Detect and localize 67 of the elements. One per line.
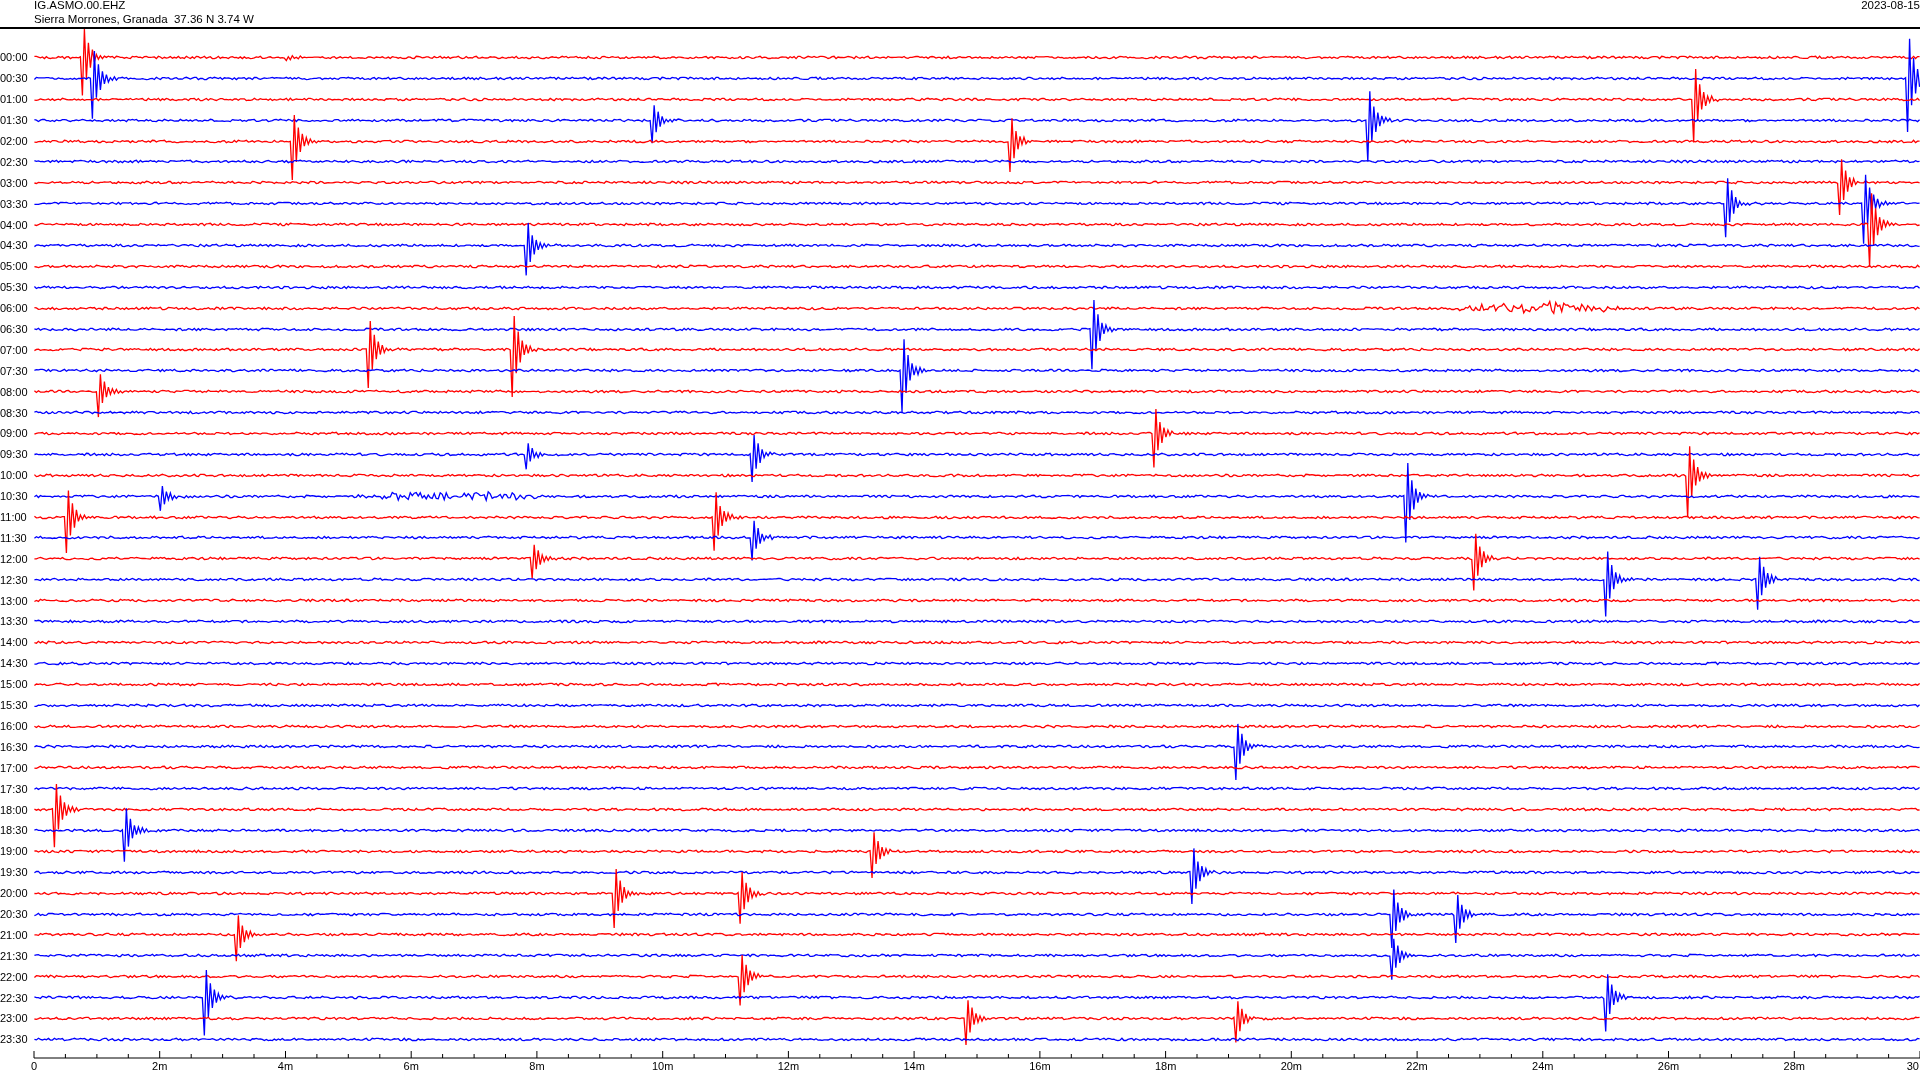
time-label: 06:00 — [0, 302, 29, 315]
axis-label: 12m — [777, 1060, 800, 1072]
time-label: 13:30 — [0, 615, 29, 628]
time-label: 02:30 — [0, 155, 29, 168]
time-label: 21:00 — [0, 928, 29, 941]
axis-label: 2m — [152, 1060, 168, 1072]
time-label: 10:00 — [0, 469, 29, 482]
axis-label: 14m — [903, 1060, 925, 1072]
time-label: 19:30 — [0, 866, 29, 879]
time-label: 08:30 — [0, 406, 29, 419]
time-label: 22:30 — [0, 991, 29, 1004]
time-label: 02:00 — [0, 135, 29, 147]
time-label: 10:30 — [0, 490, 29, 503]
axis-label: 24m — [1532, 1060, 1554, 1072]
time-label: 17:30 — [0, 782, 29, 795]
time-label: 12:30 — [0, 573, 29, 586]
time-label: 00:00 — [0, 51, 29, 64]
axis-label: 16m — [1029, 1060, 1051, 1072]
axis-label: 26m — [1657, 1060, 1680, 1072]
axis-label: 8m — [529, 1060, 545, 1072]
time-label: 18:30 — [0, 824, 29, 837]
time-label: 01:30 — [0, 114, 29, 127]
time-label: 23:30 — [0, 1033, 29, 1046]
axis-label: 6m — [403, 1060, 419, 1072]
date-label: 2023-08-15 — [1861, 0, 1920, 13]
time-label: 19:00 — [0, 845, 29, 858]
axis-label: 22m — [1406, 1060, 1428, 1072]
time-label: 05:00 — [0, 260, 29, 273]
axis-label: 0 — [30, 1060, 38, 1072]
time-label: 07:00 — [0, 343, 29, 356]
axis-label: 30 — [1906, 1060, 1919, 1072]
time-label: 18:00 — [0, 803, 29, 816]
time-label: 03:00 — [0, 176, 29, 189]
time-label: 04:30 — [0, 239, 29, 252]
time-label: 16:00 — [0, 719, 29, 732]
time-label: 20:00 — [0, 887, 29, 900]
axis-label: 28m — [1783, 1060, 1805, 1072]
time-label: 09:30 — [0, 448, 29, 461]
station-location: Sierra Morrones, Granada 37.36 N 3.74 W — [34, 12, 254, 26]
axis-label: 4m — [277, 1060, 294, 1072]
time-label: 07:30 — [0, 364, 29, 377]
time-label: 14:30 — [0, 657, 29, 670]
time-label: 20:30 — [0, 907, 29, 920]
time-label: 16:30 — [0, 740, 29, 753]
axis-label: 10m — [651, 1060, 674, 1072]
axis-label: 20m — [1280, 1060, 1303, 1072]
time-label: 17:00 — [0, 761, 29, 774]
time-label: 15:00 — [0, 678, 29, 691]
time-label: 22:00 — [0, 970, 29, 983]
time-label: 06:30 — [0, 323, 29, 335]
time-label: 21:30 — [0, 949, 29, 962]
time-label: 03:30 — [0, 197, 29, 210]
time-label: 12:00 — [0, 552, 29, 565]
time-label: 04:00 — [0, 218, 29, 231]
time-label: 23:00 — [0, 1012, 29, 1025]
time-label: 05:30 — [0, 281, 29, 294]
time-label: 15:30 — [0, 699, 29, 712]
time-label: 08:00 — [0, 385, 29, 398]
time-label: 13:00 — [0, 594, 29, 607]
time-label: 11:30 — [0, 531, 28, 544]
time-label: 00:30 — [0, 72, 29, 85]
time-label: 01:00 — [0, 93, 29, 106]
time-label: 11:00 — [0, 511, 28, 524]
time-label: 14:00 — [0, 636, 29, 649]
axis-label: 18m — [1154, 1060, 1177, 1072]
time-label: 09:00 — [0, 427, 29, 440]
station-code: IG.ASMO.00.EHZ — [34, 0, 127, 12]
